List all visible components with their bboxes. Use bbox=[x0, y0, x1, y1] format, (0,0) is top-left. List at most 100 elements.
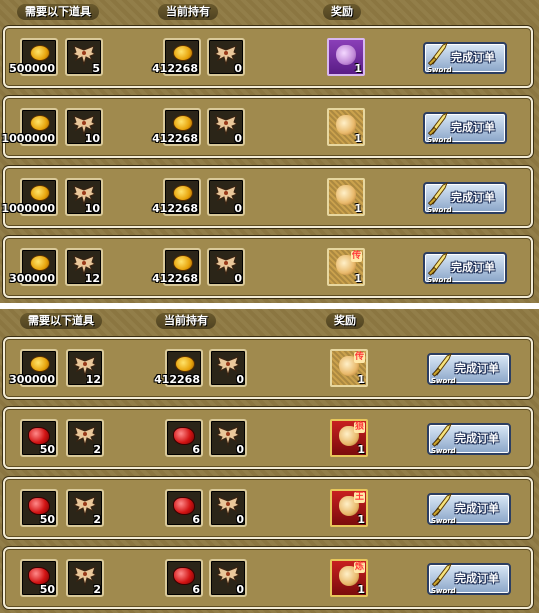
order-panel-top: 需要以下道具 当前持有 奖励 500000 5 412268 0 1 完成订单 Sword 1… bbox=[0, 0, 539, 303]
complete-order-label: 完成订单 bbox=[451, 121, 495, 134]
sword-label: Sword bbox=[431, 447, 456, 455]
order-row: 1000000 10 412268 0 1 完成订单 Sword bbox=[1, 166, 533, 228]
header-reward: 奖励 bbox=[326, 313, 364, 329]
reward-slot[interactable]: 传1 bbox=[327, 248, 365, 286]
required-item-slot: 1000000 bbox=[1, 108, 58, 146]
header-required: 需要以下道具 bbox=[20, 313, 102, 329]
complete-order-button[interactable]: 完成订单 Sword bbox=[427, 492, 511, 525]
reward-slot[interactable]: 炼1 bbox=[330, 559, 368, 597]
owned-wing-slot: 0 bbox=[207, 248, 245, 286]
reward-count: 1 bbox=[354, 62, 362, 75]
sword-label: Sword bbox=[431, 587, 456, 595]
reward-count: 1 bbox=[357, 513, 365, 526]
reward-bag-icon bbox=[336, 45, 356, 65]
sword-icon bbox=[427, 111, 448, 136]
complete-order-label: 完成订单 bbox=[455, 362, 499, 375]
item-count: 12 bbox=[84, 272, 100, 285]
owned-item-slot: 412268 bbox=[152, 38, 201, 76]
complete-order-label: 完成订单 bbox=[455, 502, 499, 515]
complete-order-button[interactable]: 完成订单 Sword bbox=[427, 422, 511, 455]
coin-icon bbox=[30, 255, 50, 271]
reward-tag: 狼 bbox=[353, 422, 365, 433]
order-row: 500000 5 412268 0 1 完成订单 Sword bbox=[3, 26, 533, 88]
sword-label: Sword bbox=[427, 206, 452, 214]
item-count: 412268 bbox=[152, 202, 198, 215]
item-count: 0 bbox=[236, 443, 244, 456]
order-row: 300000 12 412268 0 传 1 完成订单 Sword bbox=[3, 236, 533, 298]
coin-icon bbox=[173, 115, 193, 131]
sword-icon bbox=[431, 492, 452, 517]
order-row: 50 2 6 0 王 1 完成订单 Sword bbox=[3, 477, 533, 539]
item-count: 2 bbox=[93, 513, 101, 526]
coin-icon bbox=[30, 356, 50, 372]
coin-icon bbox=[173, 45, 193, 61]
item-count: 50 bbox=[39, 443, 55, 456]
item-count: 500000 bbox=[9, 62, 55, 75]
item-count: 10 bbox=[84, 132, 100, 145]
order-row: 1000000 10 412268 0 1 完成订单 Sword bbox=[1, 96, 533, 158]
reward-bag-icon bbox=[336, 185, 356, 205]
item-count: 0 bbox=[234, 202, 242, 215]
sword-icon bbox=[427, 251, 448, 276]
item-count: 1000000 bbox=[1, 132, 55, 145]
required-item-slot: 1000000 bbox=[1, 178, 58, 216]
coin-icon bbox=[173, 255, 193, 271]
reward-count: 1 bbox=[354, 202, 362, 215]
complete-order-label: 完成订单 bbox=[451, 51, 495, 64]
owned-wing-slot: 0 bbox=[207, 108, 245, 146]
reward-slot[interactable]: 王1 bbox=[330, 489, 368, 527]
item-count: 0 bbox=[236, 583, 244, 596]
item-count: 412268 bbox=[152, 272, 198, 285]
required-item-slot: 50 bbox=[20, 419, 58, 457]
reward-slot[interactable]: 传1 bbox=[330, 349, 368, 387]
item-count: 412268 bbox=[152, 62, 198, 75]
complete-order-button[interactable]: 完成订单 Sword bbox=[427, 352, 511, 385]
coin-icon bbox=[30, 115, 50, 131]
item-count: 50 bbox=[39, 513, 55, 526]
sword-label: Sword bbox=[431, 377, 456, 385]
complete-order-label: 完成订单 bbox=[451, 261, 495, 274]
complete-order-button[interactable]: 完成订单 Sword bbox=[423, 41, 507, 74]
complete-order-button[interactable]: 完成订单 Sword bbox=[423, 111, 507, 144]
sword-label: Sword bbox=[427, 276, 452, 284]
owned-item-slot: 412268 bbox=[152, 248, 201, 286]
complete-order-button[interactable]: 完成订单 Sword bbox=[423, 181, 507, 214]
item-count: 0 bbox=[236, 373, 244, 386]
reward-slot[interactable]: 狼1 bbox=[330, 419, 368, 457]
required-item-slot: 300000 bbox=[9, 349, 58, 387]
item-count: 6 bbox=[192, 513, 200, 526]
reward-slot[interactable]: 1 bbox=[327, 108, 365, 146]
item-count: 0 bbox=[234, 62, 242, 75]
sword-icon bbox=[431, 422, 452, 447]
owned-item-slot: 6 bbox=[165, 559, 203, 597]
owned-wing-slot: 0 bbox=[209, 559, 247, 597]
owned-item-slot: 6 bbox=[165, 419, 203, 457]
required-wing-slot: 10 bbox=[65, 108, 103, 146]
complete-order-button[interactable]: 完成订单 Sword bbox=[427, 562, 511, 595]
required-wing-slot: 5 bbox=[65, 38, 103, 76]
reward-count: 1 bbox=[357, 373, 365, 386]
item-count: 0 bbox=[234, 272, 242, 285]
owned-item-slot: 412268 bbox=[152, 178, 201, 216]
complete-order-label: 完成订单 bbox=[455, 572, 499, 585]
reward-tag: 传 bbox=[353, 352, 365, 363]
order-row: 300000 12 412268 0 传 1 完成订单 Sword bbox=[3, 337, 533, 399]
item-count: 412268 bbox=[154, 373, 200, 386]
coin-icon bbox=[175, 356, 195, 372]
item-count: 1000000 bbox=[1, 202, 55, 215]
item-count: 2 bbox=[93, 443, 101, 456]
reward-slot[interactable]: 1 bbox=[327, 178, 365, 216]
required-item-slot: 300000 bbox=[9, 248, 58, 286]
item-count: 12 bbox=[85, 373, 101, 386]
complete-order-button[interactable]: 完成订单 Sword bbox=[423, 251, 507, 284]
owned-wing-slot: 0 bbox=[209, 349, 247, 387]
reward-slot[interactable]: 1 bbox=[327, 38, 365, 76]
owned-wing-slot: 0 bbox=[209, 419, 247, 457]
item-count: 10 bbox=[84, 202, 100, 215]
header-owned: 当前持有 bbox=[156, 313, 216, 329]
coin-icon bbox=[30, 185, 50, 201]
reward-count: 1 bbox=[357, 583, 365, 596]
owned-wing-slot: 0 bbox=[209, 489, 247, 527]
required-wing-slot: 2 bbox=[66, 419, 104, 457]
reward-count: 1 bbox=[354, 132, 362, 145]
